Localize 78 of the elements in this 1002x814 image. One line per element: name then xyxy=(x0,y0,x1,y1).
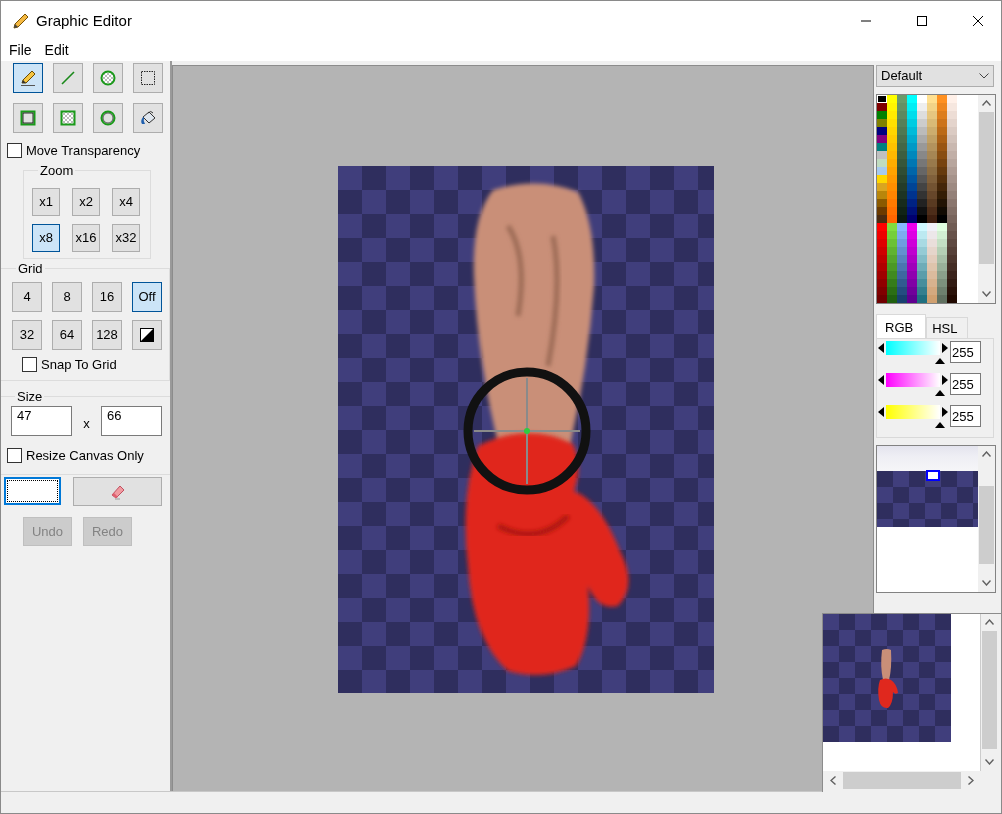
slider-thumb[interactable] xyxy=(935,389,945,396)
group-label: Zoom xyxy=(39,162,75,178)
chevron-down-icon xyxy=(985,759,994,765)
grid-button[interactable]: Off xyxy=(132,281,162,312)
value-field[interactable]: 255 xyxy=(950,340,981,363)
circle-icon xyxy=(99,108,117,127)
tool-button[interactable] xyxy=(133,102,163,133)
chevron-up-icon xyxy=(985,619,994,625)
square-icon xyxy=(19,108,37,127)
filled-circle-icon xyxy=(99,68,117,87)
zoom-button[interactable]: x2 xyxy=(72,187,100,216)
checkbox-label: Resize Canvas Only xyxy=(26,448,144,463)
grid-button[interactable]: 4 xyxy=(12,281,42,312)
height-field[interactable]: 66 xyxy=(101,405,162,436)
contrast-icon xyxy=(138,325,156,344)
zoom-button[interactable]: x1 xyxy=(32,187,60,216)
zoom-button[interactable]: x4 xyxy=(112,187,140,216)
width-field[interactable]: 47 xyxy=(11,405,72,436)
chevron-up-icon xyxy=(982,100,991,106)
color-mode-tab[interactable]: RGB xyxy=(876,313,927,338)
grid-button[interactable]: 32 xyxy=(12,319,42,350)
chevron-down-icon xyxy=(979,72,989,79)
checkbox-label: Snap To Grid xyxy=(41,357,117,372)
filled-square-icon xyxy=(59,108,77,127)
times-sign: x xyxy=(82,415,91,431)
selection-marker xyxy=(926,469,940,481)
tool-button[interactable] xyxy=(13,102,43,133)
slider-thumb[interactable] xyxy=(935,421,945,428)
palette-dropdown[interactable]: Default xyxy=(876,64,994,87)
grid-button[interactable]: 16 xyxy=(92,281,122,312)
color-mode-tab[interactable]: HSL xyxy=(926,316,969,338)
dropdown-value: Default xyxy=(881,68,923,83)
zoom-button[interactable]: x32 xyxy=(112,223,140,252)
chevron-right-icon xyxy=(968,776,974,785)
zoom-button[interactable]: x16 xyxy=(72,223,100,252)
menu-item[interactable]: Edit xyxy=(36,42,74,59)
chevron-down-icon xyxy=(982,580,991,586)
vertical-scrollbar[interactable] xyxy=(978,445,995,592)
arm-with-boxing-glove-drawing xyxy=(875,647,899,710)
value-field[interactable]: 255 xyxy=(950,404,981,427)
grid-color-button[interactable] xyxy=(132,319,162,350)
checkbox-label: Move Transparency xyxy=(26,143,141,158)
tool-button[interactable] xyxy=(93,102,123,133)
tool-button[interactable] xyxy=(53,102,83,133)
grid-button[interactable]: 64 xyxy=(52,319,82,350)
color-swatch-button[interactable] xyxy=(4,476,61,505)
chevron-left-icon xyxy=(830,776,836,785)
checkbox[interactable] xyxy=(7,143,22,158)
zoom-button[interactable]: x8 xyxy=(32,223,60,252)
chevron-up-icon xyxy=(982,451,991,457)
line-icon xyxy=(59,68,77,87)
dashed-square-icon xyxy=(139,68,157,87)
tool-button[interactable] xyxy=(13,62,43,93)
window-title: Graphic Editor xyxy=(36,12,133,29)
left-arrow-icon xyxy=(878,374,885,385)
menu-item[interactable]: File xyxy=(1,42,37,59)
close-icon xyxy=(972,14,984,27)
paint-bucket-icon xyxy=(139,108,157,127)
right-arrow-icon xyxy=(941,342,948,353)
chevron-down-icon xyxy=(982,291,991,297)
tool-button[interactable] xyxy=(93,62,123,93)
maximize-icon xyxy=(916,14,928,27)
slider-thumb[interactable] xyxy=(935,357,945,364)
left-arrow-icon xyxy=(878,342,885,353)
left-arrow-icon xyxy=(878,406,885,417)
grid-button[interactable]: 8 xyxy=(52,281,82,312)
value-field[interactable]: 255 xyxy=(950,372,981,395)
grid-button[interactable]: 128 xyxy=(92,319,122,350)
right-arrow-icon xyxy=(941,406,948,417)
pencil-icon xyxy=(19,68,37,87)
canvas[interactable] xyxy=(338,166,714,693)
tool-button[interactable] xyxy=(133,62,163,93)
checkbox[interactable] xyxy=(7,448,22,463)
group-label: Grid xyxy=(17,260,44,276)
eraser-button[interactable] xyxy=(73,476,162,506)
right-arrow-icon xyxy=(941,374,948,385)
group-label: Size xyxy=(16,388,44,404)
checkbox[interactable] xyxy=(22,357,37,372)
